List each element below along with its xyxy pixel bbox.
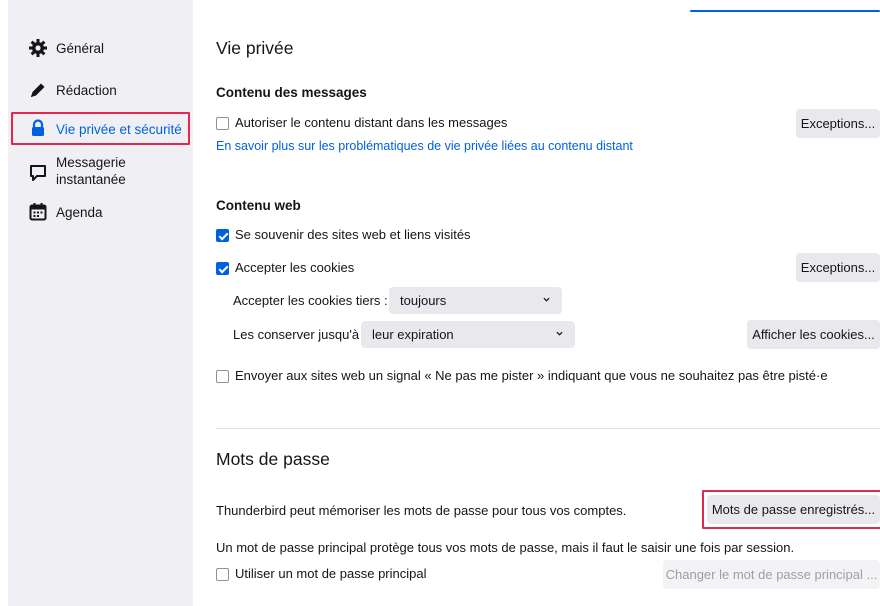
active-item-highlight [11,112,190,145]
pen-icon [31,83,45,97]
sidebar-item-label: Messagerie instantanée [56,155,126,187]
remember-sites-checkbox[interactable] [216,229,229,242]
sidebar-item-general[interactable]: Général [8,38,193,58]
sidebar-item-composition[interactable]: Rédaction [8,80,193,100]
chat-icon [30,165,46,181]
accept-cookies-label: Accepter les cookies [235,260,355,275]
show-cookies-button[interactable]: Afficher les cookies... [747,320,880,349]
cookies-exceptions-button[interactable]: Exceptions... [796,253,880,282]
passwords-remember-text: Thunderbird peut mémoriser les mots de p… [216,503,627,518]
saved-passwords-highlight [702,490,880,529]
web-heading: Contenu web [216,198,301,213]
chevron-down-icon [543,297,550,302]
third-party-select[interactable]: toujours [389,287,562,314]
privacy-title: Vie privée [216,38,294,58]
keep-until-label: Les conserver jusqu'à : [233,327,367,342]
keep-until-select[interactable]: leur expiration [361,321,575,348]
sidebar-item-chat[interactable]: Messagerie instantanée [8,154,193,190]
third-party-label: Accepter les cookies tiers : [233,293,388,308]
passwords-title: Mots de passe [216,449,330,469]
remote-exceptions-button[interactable]: Exceptions... [796,109,880,138]
calendar-icon [29,203,47,221]
primary-password-checkbox[interactable] [216,568,229,581]
sidebar-item-label: Général [56,41,105,56]
keep-until-value: leur expiration [372,327,454,342]
sidebar-item-calendar[interactable]: Agenda [8,202,193,222]
gear-icon [29,39,47,57]
section-divider [216,428,880,429]
third-party-value: toujours [400,293,447,308]
change-primary-password-button[interactable]: Changer le mot de passe principal ... [663,560,880,589]
sidebar-item-label: Agenda [56,205,103,220]
main-content: Vie privée Contenu des messages Autorise… [193,0,880,606]
accept-cookies-checkbox[interactable] [216,262,229,275]
chevron-down-icon [556,331,563,336]
primary-password-label: Utiliser un mot de passe principal [235,566,427,581]
remote-content-label: Autoriser le contenu distant dans les me… [235,115,508,130]
sidebar-item-label: Rédaction [56,83,117,98]
messages-heading: Contenu des messages [216,85,367,100]
sidebar: Général Rédaction Vie privée et sécurité… [8,0,193,606]
search-field-edge [690,10,880,12]
learn-more-link[interactable]: En savoir plus sur les problématiques de… [216,139,633,153]
primary-password-info: Un mot de passe principal protège tous v… [216,540,795,555]
remote-content-checkbox[interactable] [216,117,229,130]
remember-sites-label: Se souvenir des sites web et liens visit… [235,227,471,242]
dnt-checkbox[interactable] [216,370,229,383]
dnt-label: Envoyer aux sites web un signal « Ne pas… [235,368,828,383]
